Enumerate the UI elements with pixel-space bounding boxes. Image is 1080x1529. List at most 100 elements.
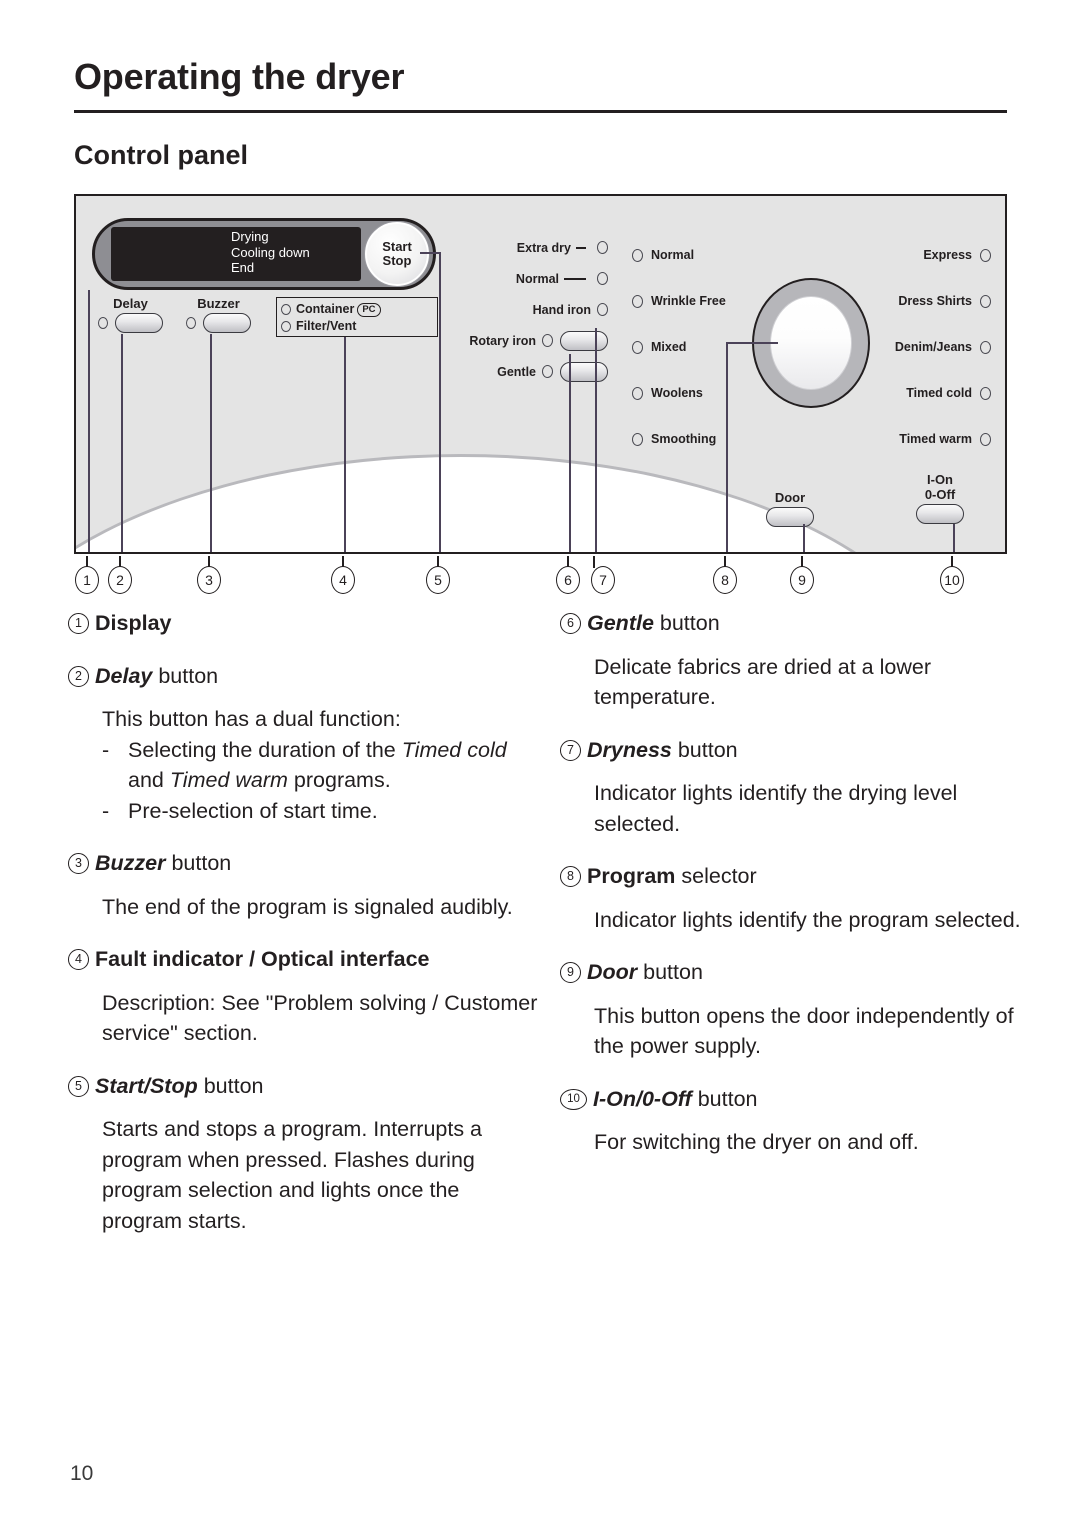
- power-push-button[interactable]: [916, 504, 964, 524]
- legend-entry-8-head: 8 Program selector: [560, 861, 1030, 892]
- callout-number-5: 5: [426, 566, 450, 594]
- callout-number-row: 1 2 3 4 5 6 7 8 9 10: [74, 556, 1007, 600]
- buzzer-push-button[interactable]: [203, 313, 251, 333]
- legend-title-8: Program selector: [587, 861, 757, 892]
- legend-body-2-dash-1: - Selecting the duration of the Timed co…: [102, 735, 538, 796]
- container-lamp-icon: [281, 304, 291, 316]
- dryness-row-normal: Normal: [458, 263, 608, 294]
- legend-title-10: I-On/0-Off button: [593, 1084, 757, 1115]
- legend-entry-10-head: 10 I-On/0-Off button: [560, 1084, 1030, 1115]
- dryness-label-rotary-iron: Rotary iron: [469, 333, 536, 348]
- program-list-center: Normal Wrinkle Free Mixed Woolens Smooth…: [632, 232, 726, 462]
- program-label-timed-warm: Timed warm: [899, 432, 972, 446]
- power-button-group[interactable]: I-On 0-Off: [916, 472, 964, 524]
- dryness-label-normal: Normal: [515, 271, 559, 286]
- dryness-dash-extra-dry-icon: [576, 246, 586, 249]
- leader-line-1: [88, 290, 90, 552]
- container-label: Container: [296, 302, 355, 316]
- drum-outline-arc: [76, 454, 966, 552]
- program-row-mixed: Mixed: [632, 324, 726, 370]
- program-label-mixed: Mixed: [651, 340, 687, 354]
- callout-number-1: 1: [75, 566, 99, 594]
- legend-entry-9-head: 9 Door button: [560, 957, 1030, 988]
- dryness-label-extra-dry: Extra dry: [516, 240, 571, 255]
- legend-name-2: Delay: [95, 663, 153, 688]
- callout-stem-7: [593, 556, 595, 568]
- legend-name-10: I-On/0-Off: [593, 1086, 692, 1111]
- legend-entry-2: 2 Delay button This button has a dual fu…: [68, 661, 538, 827]
- display-line-cooling-down: Cooling down: [231, 244, 310, 260]
- door-push-button[interactable]: [766, 507, 814, 527]
- legend-column-right: 6 Gentle button Delicate fabrics are dri…: [560, 608, 1030, 1158]
- legend-number-3: 3: [68, 853, 89, 874]
- buzzer-indicator-lamp-icon: [186, 317, 196, 329]
- delay-button-group[interactable]: Delay: [98, 296, 163, 333]
- delay-indicator-lamp-icon: [98, 317, 108, 329]
- legend-title-1: Display: [95, 608, 171, 639]
- buzzer-button-group[interactable]: Buzzer: [186, 296, 251, 333]
- legend-number-4: 4: [68, 949, 89, 970]
- status-row-container: Container PC: [281, 301, 437, 318]
- door-label: Door: [774, 490, 806, 505]
- dryness-push-button[interactable]: [560, 330, 608, 351]
- legend-number-10: 10: [560, 1088, 587, 1110]
- status-row-filter-vent: Filter/Vent: [281, 318, 437, 335]
- legend-column-left: 1 Display 2 Delay button This button has…: [68, 608, 538, 1236]
- page-number: 10: [70, 1462, 94, 1485]
- dryness-label-gentle: Gentle: [497, 364, 536, 379]
- legend-number-8: 8: [560, 866, 581, 887]
- callout-number-6: 6: [556, 566, 580, 594]
- program-lamp-woolens-icon: [632, 386, 643, 400]
- legend-entry-8: 8 Program selector Indicator lights iden…: [560, 861, 1030, 935]
- legend-title-3: Buzzer button: [95, 848, 231, 879]
- legend-name-3: Buzzer: [95, 851, 166, 875]
- delay-label: Delay: [113, 296, 148, 311]
- start-stop-button[interactable]: Start Stop: [365, 222, 429, 286]
- dryness-row-gentle: Gentle: [458, 356, 608, 387]
- delay-push-button[interactable]: [115, 313, 163, 333]
- legend-title-7: Dryness button: [587, 735, 738, 766]
- legend-title-5: Start/Stop button: [95, 1071, 263, 1102]
- power-label-off: 0-Off: [924, 487, 956, 502]
- stop-label: Stop: [382, 253, 412, 268]
- callout-number-9: 9: [790, 566, 814, 594]
- legend-entry-2-head: 2 Delay button: [68, 661, 538, 692]
- delay-button-row: [98, 313, 163, 333]
- legend-suffix-9: button: [637, 960, 703, 984]
- leader-line-2: [121, 334, 123, 552]
- dryness-lamp-normal-icon: [597, 272, 608, 285]
- program-lamp-smoothing-icon: [632, 432, 643, 446]
- dryness-row-extra-dry: Extra dry: [458, 232, 608, 263]
- program-row-express: Express: [851, 232, 991, 278]
- legend-suffix-8: selector: [675, 864, 757, 888]
- legend-name-5: Start/Stop: [95, 1073, 198, 1098]
- legend-body-5: Starts and stops a program. Interrupts a…: [102, 1117, 483, 1233]
- leader-line-4: [344, 337, 346, 552]
- legend-suffix-5: button: [197, 1073, 264, 1098]
- callout-number-2: 2: [108, 566, 132, 594]
- section-title: Control panel: [74, 140, 248, 170]
- door-button-group[interactable]: Door: [766, 490, 814, 527]
- gentle-push-button[interactable]: [560, 361, 608, 382]
- legend-name-1: Display: [95, 611, 172, 635]
- legend-body-2-para: This button has a dual function:: [102, 707, 401, 731]
- legend-suffix-6: button: [653, 611, 720, 635]
- leader-line-5-horizontal: [420, 252, 440, 254]
- legend-entry-10: 10 I-On/0-Off button For switching the d…: [560, 1084, 1030, 1158]
- program-row-wrinkle-free: Wrinkle Free: [632, 278, 726, 324]
- leader-line-5: [439, 252, 441, 552]
- buzzer-button-row: [186, 313, 251, 333]
- legend-entry-4: 4 Fault indicator / Optical interface De…: [68, 944, 538, 1049]
- program-row-woolens: Woolens: [632, 370, 726, 416]
- legend-body-9: This button opens the door independently…: [594, 1003, 1014, 1059]
- dryness-row-hand-iron: Hand iron: [458, 294, 608, 325]
- legend-body-6: Delicate fabrics are dried at a lower te…: [594, 654, 931, 710]
- program-label-woolens: Woolens: [651, 386, 703, 400]
- program-lamp-mixed-icon: [632, 340, 643, 354]
- dryness-lamp-gentle-icon: [542, 365, 553, 378]
- callout-number-3: 3: [197, 566, 221, 594]
- legend-number-1: 1: [68, 613, 89, 634]
- display-line-end: End: [231, 260, 255, 275]
- legend-entry-3: 3 Buzzer button The end of the program i…: [68, 848, 538, 922]
- door-button-row: [766, 507, 814, 527]
